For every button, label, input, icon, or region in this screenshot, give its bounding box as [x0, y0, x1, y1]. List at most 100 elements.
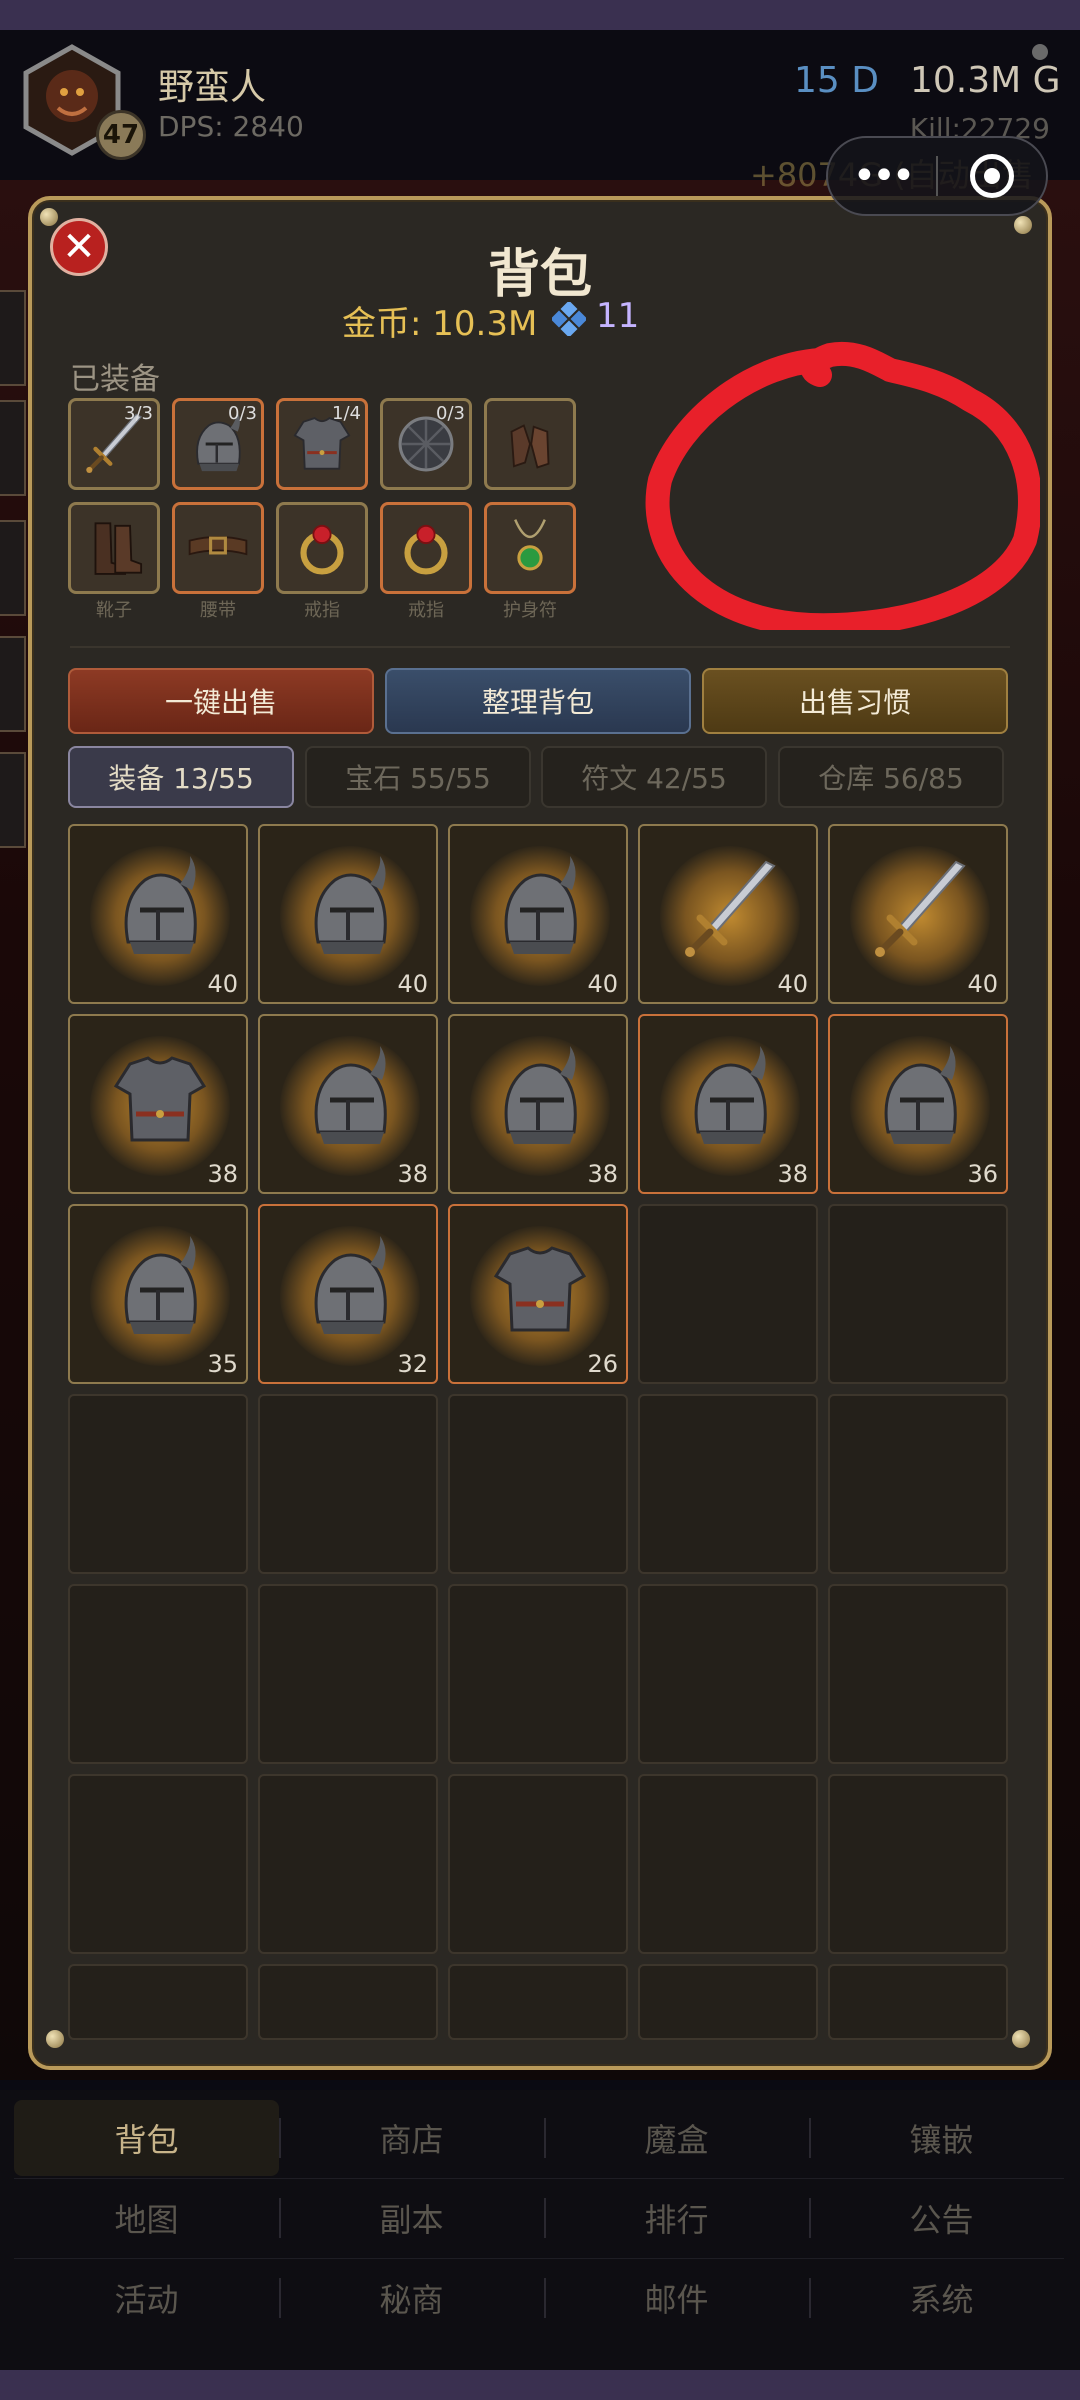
empty-slot[interactable] — [638, 1584, 818, 1764]
nav-separator — [279, 2118, 281, 2158]
nav-separator — [279, 2198, 281, 2238]
empty-slot[interactable] — [638, 1204, 818, 1384]
level-badge: 47 — [96, 110, 146, 160]
corner-rivet — [46, 2030, 64, 2048]
side-tab[interactable] — [0, 520, 26, 616]
equipped-slot[interactable] — [484, 398, 576, 490]
empty-slot[interactable] — [68, 1584, 248, 1764]
equipped-slot[interactable]: 0/3 — [380, 398, 472, 490]
inventory-item[interactable]: 38 — [448, 1014, 628, 1194]
sword-icon — [875, 860, 966, 957]
equipped-slot[interactable]: 0/3 — [172, 398, 264, 490]
empty-slot[interactable] — [258, 1774, 438, 1954]
empty-slot[interactable] — [828, 1204, 1008, 1384]
tab-equipment[interactable]: 装备 13/55 — [68, 746, 294, 808]
helmet-icon — [124, 1236, 197, 1334]
side-tab[interactable] — [0, 636, 26, 732]
empty-slot[interactable] — [258, 1584, 438, 1764]
empty-slot[interactable] — [828, 1394, 1008, 1574]
empty-slot[interactable] — [258, 1964, 438, 2040]
gem-icon — [552, 302, 586, 336]
gold-count: 10.3M G — [910, 60, 1061, 101]
top-status-band — [0, 0, 1080, 30]
inventory-item[interactable]: 40 — [68, 824, 248, 1004]
empty-slot[interactable] — [68, 1774, 248, 1954]
empty-slot[interactable] — [828, 1584, 1008, 1764]
inventory-item[interactable]: 38 — [258, 1014, 438, 1194]
nav-separator — [544, 2198, 546, 2238]
empty-slot[interactable] — [68, 1394, 248, 1574]
inventory-item[interactable]: 38 — [68, 1014, 248, 1194]
notification-dot — [1032, 44, 1048, 60]
item-level: 38 — [777, 1160, 808, 1188]
equipped-slot[interactable] — [380, 502, 472, 594]
nav-shop[interactable]: 商店 — [279, 2100, 544, 2176]
corner-rivet — [1012, 2030, 1030, 2048]
more-dots-icon: ••• — [852, 153, 916, 199]
sell-habit-button[interactable]: 出售习惯 — [702, 668, 1008, 734]
inventory-item[interactable]: 40 — [638, 824, 818, 1004]
nav-secret-shop[interactable]: 秘商 — [279, 2260, 544, 2336]
inventory-item[interactable]: 40 — [448, 824, 628, 1004]
nav-inlay[interactable]: 镶嵌 — [809, 2100, 1074, 2176]
item-level: 40 — [397, 970, 428, 998]
gloves-icon — [510, 424, 550, 469]
more-menu-button[interactable]: ••• — [828, 156, 936, 196]
equipped-slot[interactable]: 1/4 — [276, 398, 368, 490]
target-icon — [970, 154, 1014, 198]
sell-all-button[interactable]: 一键出售 — [68, 668, 374, 734]
item-level: 38 — [587, 1160, 618, 1188]
empty-slot[interactable] — [448, 1964, 628, 2040]
empty-slot[interactable] — [828, 1964, 1008, 2040]
empty-slot[interactable] — [258, 1394, 438, 1574]
empty-slot[interactable] — [448, 1774, 628, 1954]
empty-slot[interactable] — [638, 1774, 818, 1954]
nav-separator — [809, 2118, 811, 2158]
nav-system[interactable]: 系统 — [809, 2260, 1074, 2336]
sort-bag-button[interactable]: 整理背包 — [385, 668, 691, 734]
diamond-count: 15 D — [794, 60, 879, 101]
side-tab[interactable] — [0, 400, 26, 496]
inventory-item[interactable]: 32 — [258, 1204, 438, 1384]
tab-runes[interactable]: 符文 42/55 — [541, 746, 767, 808]
equipped-slot[interactable] — [484, 502, 576, 594]
inventory-item[interactable]: 40 — [258, 824, 438, 1004]
panel-title: 背包 — [487, 245, 592, 305]
nav-ranking[interactable]: 排行 — [544, 2180, 809, 2256]
empty-slot[interactable] — [448, 1584, 628, 1764]
equipped-slot[interactable] — [68, 502, 160, 594]
slot-label: 戒指 — [304, 600, 340, 621]
nav-magic-box[interactable]: 魔盒 — [544, 2100, 809, 2176]
slot-label: 护身符 — [503, 600, 557, 621]
empty-slot[interactable] — [448, 1394, 628, 1574]
nav-mail[interactable]: 邮件 — [544, 2260, 809, 2336]
tab-warehouse[interactable]: 仓库 56/85 — [778, 746, 1004, 808]
inventory-item[interactable]: 35 — [68, 1204, 248, 1384]
equipped-slot[interactable]: 3/3 — [68, 398, 160, 490]
inventory-item[interactable]: 38 — [638, 1014, 818, 1194]
equipped-slot[interactable] — [172, 502, 264, 594]
inventory-item[interactable]: 26 — [448, 1204, 628, 1384]
side-tab[interactable] — [0, 752, 26, 848]
inventory-item[interactable]: 40 — [828, 824, 1008, 1004]
empty-slot[interactable] — [828, 1774, 1008, 1954]
equipped-slot[interactable] — [276, 502, 368, 594]
empty-slot[interactable] — [68, 1964, 248, 2040]
tab-gems[interactable]: 宝石 55/55 — [305, 746, 531, 808]
hero-name: 野蛮人 — [158, 67, 267, 108]
nav-notice[interactable]: 公告 — [809, 2180, 1074, 2256]
close-miniprogram-button[interactable] — [938, 154, 1046, 198]
helmet-icon — [314, 1236, 387, 1334]
nav-map[interactable]: 地图 — [14, 2180, 279, 2256]
empty-slot[interactable] — [638, 1964, 818, 2040]
nav-dungeon[interactable]: 副本 — [279, 2180, 544, 2256]
nav-separator — [544, 2278, 546, 2318]
nav-event[interactable]: 活动 — [14, 2260, 279, 2336]
nav-bag[interactable]: 背包 — [14, 2100, 279, 2176]
inventory-item[interactable]: 36 — [828, 1014, 1008, 1194]
armor-icon — [493, 1246, 587, 1332]
empty-slot[interactable] — [638, 1394, 818, 1574]
mini-program-capsule: ••• — [826, 136, 1048, 216]
slot-label: 腰带 — [200, 600, 236, 621]
helmet-icon — [504, 856, 577, 954]
